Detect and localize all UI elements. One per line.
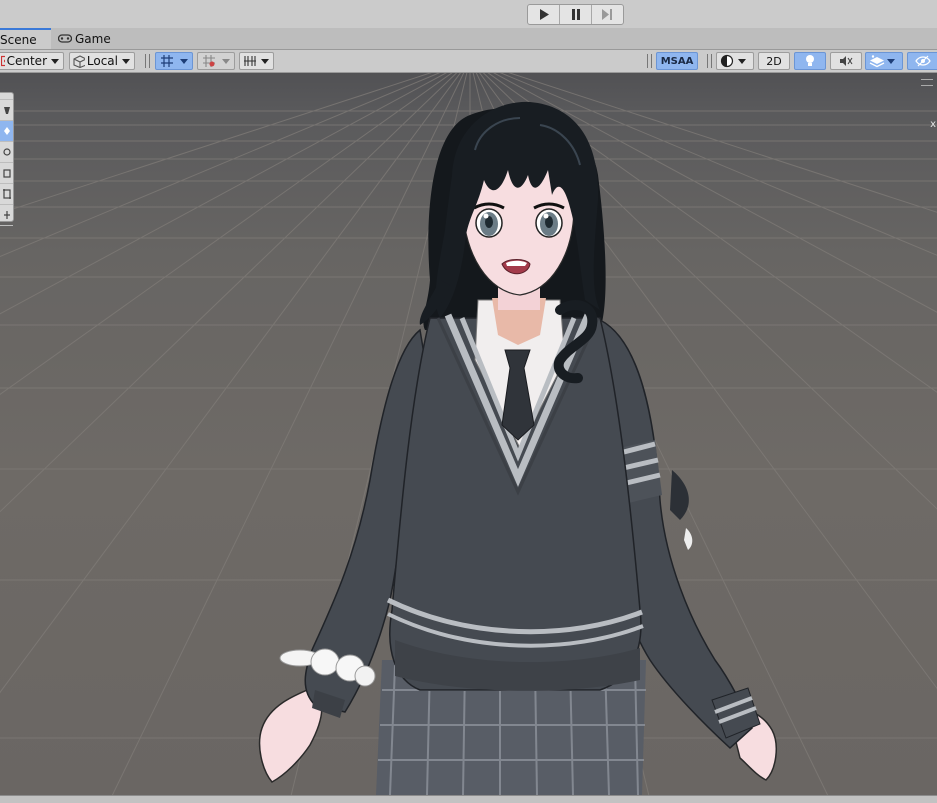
tab-game-label: Game — [75, 31, 111, 46]
rotate-icon — [2, 148, 11, 156]
chevron-down-icon — [51, 58, 59, 64]
view-tool[interactable] — [0, 100, 13, 121]
toolbar-divider — [647, 54, 649, 68]
grid-settings-icon — [244, 56, 256, 66]
transform-tool[interactable] — [0, 205, 13, 226]
scale-icon — [2, 169, 11, 178]
scene-toolbar: Center Local MSAA 2D — [0, 50, 937, 73]
play-icon — [539, 9, 549, 20]
step-icon — [602, 9, 612, 20]
rect-tool[interactable] — [0, 184, 13, 205]
play-button[interactable] — [528, 5, 560, 24]
anime-character-model — [258, 101, 778, 795]
chevron-down-icon — [180, 58, 188, 64]
scene-viewport[interactable]: x — [0, 73, 937, 795]
lightbulb-icon — [806, 55, 814, 66]
lighting-toggle[interactable] — [794, 52, 826, 70]
pivot-dropdown[interactable]: Center — [0, 52, 64, 70]
scene-render — [0, 73, 937, 795]
snap-settings-dropdown[interactable] — [239, 52, 274, 70]
play-toolbar — [0, 0, 937, 28]
space-label: Local — [86, 54, 118, 68]
space-dropdown[interactable]: Local — [69, 52, 135, 70]
gamepad-icon — [58, 34, 72, 43]
axis-gizmo-label[interactable]: x — [930, 119, 936, 130]
chevron-down-icon — [261, 58, 269, 64]
rotate-tool[interactable] — [0, 142, 13, 163]
chevron-down-icon — [738, 58, 746, 64]
scale-tool[interactable] — [0, 163, 13, 184]
window-tabs: Scene Game — [0, 28, 937, 50]
pivot-icon — [1, 55, 5, 67]
shading-mode-dropdown[interactable] — [716, 52, 754, 70]
chevron-down-icon — [222, 58, 230, 64]
rect-tool-icon — [2, 189, 11, 199]
grid-snap-toggle[interactable] — [155, 52, 193, 70]
scene-visibility-toggle[interactable] — [907, 52, 937, 70]
msaa-label: MSAA — [660, 55, 694, 67]
pause-button[interactable] — [560, 5, 592, 24]
pivot-label: Center — [6, 54, 47, 68]
shading-sphere-icon — [720, 54, 734, 68]
viewport-menu-icon[interactable] — [921, 79, 933, 86]
move-tool[interactable] — [0, 121, 13, 142]
toolbar-divider — [711, 54, 713, 68]
pause-icon — [571, 9, 580, 20]
msaa-toggle[interactable]: MSAA — [656, 52, 698, 70]
move-arrows-icon — [3, 127, 10, 135]
snap-increment-icon — [203, 55, 215, 67]
step-button[interactable] — [592, 5, 623, 24]
toolbar-divider — [149, 54, 151, 68]
effects-dropdown[interactable] — [865, 52, 903, 70]
effects-layers-icon — [869, 55, 885, 68]
toolbar-divider — [707, 54, 709, 68]
grid-snap-icon — [161, 55, 173, 67]
tools-drag-handle[interactable] — [0, 93, 13, 100]
tab-scene-label: Scene — [0, 32, 37, 47]
mode-2d-toggle[interactable]: 2D — [758, 52, 790, 70]
chevron-down-icon — [887, 58, 895, 64]
tab-game[interactable]: Game — [52, 28, 117, 49]
cube-icon — [73, 54, 85, 68]
tab-scene[interactable]: Scene — [0, 28, 51, 49]
toolbar-divider — [651, 54, 653, 68]
transform-icon — [3, 211, 10, 219]
chevron-down-icon — [122, 58, 130, 64]
scene-tools-panel — [0, 92, 14, 226]
speaker-muted-icon — [840, 56, 853, 66]
audio-toggle[interactable] — [830, 52, 862, 70]
mode-2d-label: 2D — [766, 54, 782, 68]
eye-hidden-icon — [915, 55, 931, 67]
play-controls — [527, 4, 624, 25]
hand-icon — [3, 107, 10, 114]
toolbar-divider — [145, 54, 147, 68]
increment-snap-toggle[interactable] — [197, 52, 235, 70]
